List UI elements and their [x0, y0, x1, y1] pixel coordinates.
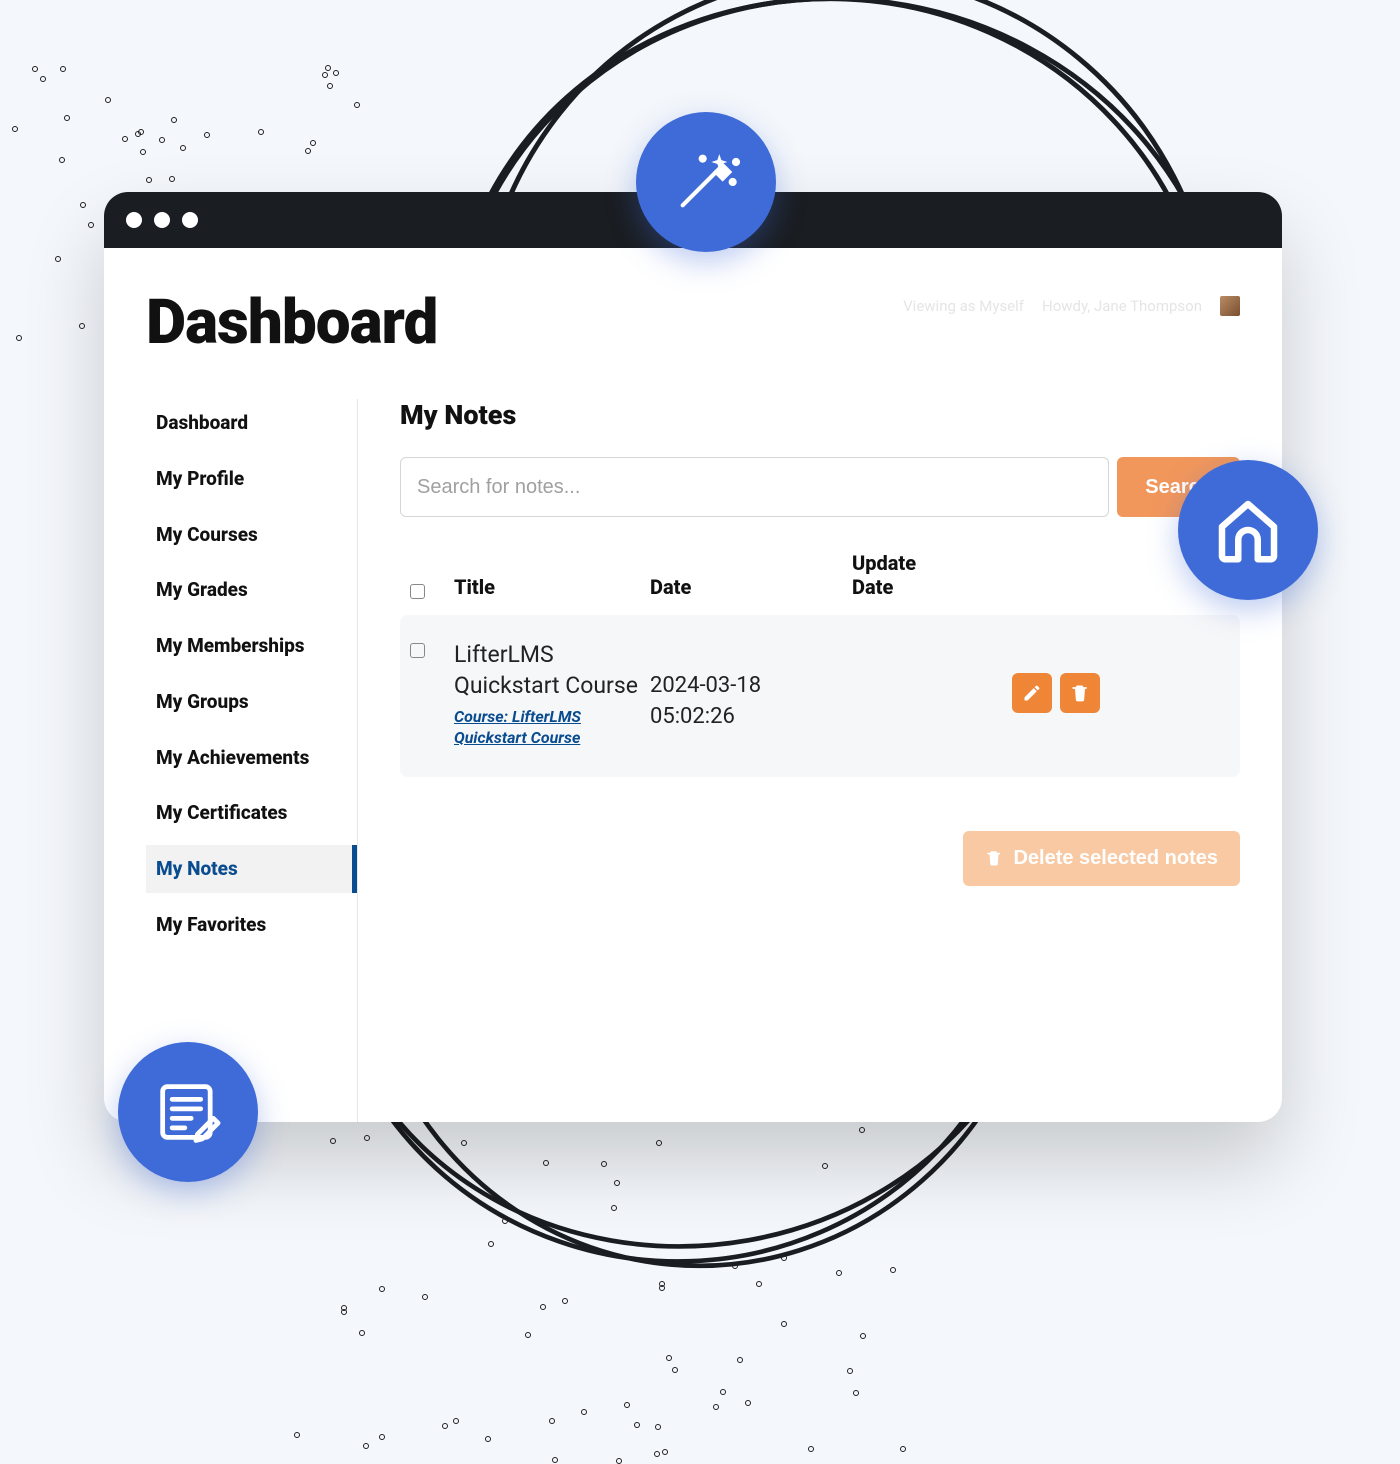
howdy-label: Howdy, Jane Thompson: [1042, 297, 1202, 315]
pencil-icon: [1022, 683, 1042, 703]
edit-button[interactable]: [1012, 673, 1052, 713]
note-badge: [118, 1042, 258, 1182]
delete-selected-button[interactable]: Delete selected notes: [963, 831, 1240, 886]
wand-badge: [636, 112, 776, 252]
home-icon: [1209, 491, 1287, 569]
page-title: Dashboard: [146, 286, 437, 359]
trash-icon: [1070, 683, 1090, 703]
note-title: LifterLMS Quickstart Course: [454, 639, 638, 701]
window-control-close[interactable]: [126, 212, 142, 228]
sidebar-item-my-profile[interactable]: My Profile: [146, 455, 339, 503]
notes-table: Title Date Update Date LifterLMS Quickst…: [400, 539, 1240, 777]
table-row: LifterLMS Quickstart Course Course: Lift…: [400, 615, 1240, 777]
avatar[interactable]: [1220, 296, 1240, 316]
col-header-update: Update Date: [852, 551, 972, 599]
sidebar-item-my-favorites[interactable]: My Favorites: [146, 901, 339, 949]
magic-wand-icon: [666, 142, 746, 222]
window-control-maximize[interactable]: [182, 212, 198, 228]
app-window: Dashboard Viewing as Myself Howdy, Jane …: [104, 192, 1282, 1122]
sidebar-item-dashboard[interactable]: Dashboard: [146, 399, 339, 447]
note-pencil-icon: [150, 1074, 226, 1150]
user-meta: Viewing as Myself Howdy, Jane Thompson: [903, 296, 1240, 316]
note-update-date: [852, 639, 960, 671]
sidebar: Dashboard My Profile My Courses My Grades My…: [146, 399, 358, 1122]
sidebar-item-my-certificates[interactable]: My Certificates: [146, 789, 339, 837]
select-all-checkbox[interactable]: [410, 584, 425, 599]
main-panel: My Notes Search Title Date Update Date: [358, 399, 1240, 1122]
row-checkbox[interactable]: [410, 643, 425, 658]
home-badge: [1178, 460, 1318, 600]
col-header-title: Title: [454, 575, 650, 599]
section-title: My Notes: [400, 399, 1240, 431]
trash-icon: [985, 849, 1003, 867]
col-header-date: Date: [650, 575, 852, 599]
sidebar-item-my-courses[interactable]: My Courses: [146, 511, 339, 559]
sidebar-item-my-grades[interactable]: My Grades: [146, 566, 339, 614]
sidebar-item-my-achievements[interactable]: My Achievements: [146, 734, 339, 782]
delete-button[interactable]: [1060, 673, 1100, 713]
note-date: 2024-03-18 05:02:26: [650, 639, 840, 733]
note-course-link[interactable]: Course: LifterLMS Quickstart Course: [454, 707, 638, 749]
window-control-minimize[interactable]: [154, 212, 170, 228]
sidebar-item-my-notes[interactable]: My Notes: [146, 845, 357, 893]
delete-selected-label: Delete selected notes: [1013, 847, 1218, 870]
sidebar-item-my-memberships[interactable]: My Memberships: [146, 622, 339, 670]
viewing-as-label: Viewing as Myself: [903, 297, 1024, 315]
search-input[interactable]: [400, 457, 1109, 517]
table-header-row: Title Date Update Date: [400, 539, 1240, 615]
sidebar-item-my-groups[interactable]: My Groups: [146, 678, 339, 726]
